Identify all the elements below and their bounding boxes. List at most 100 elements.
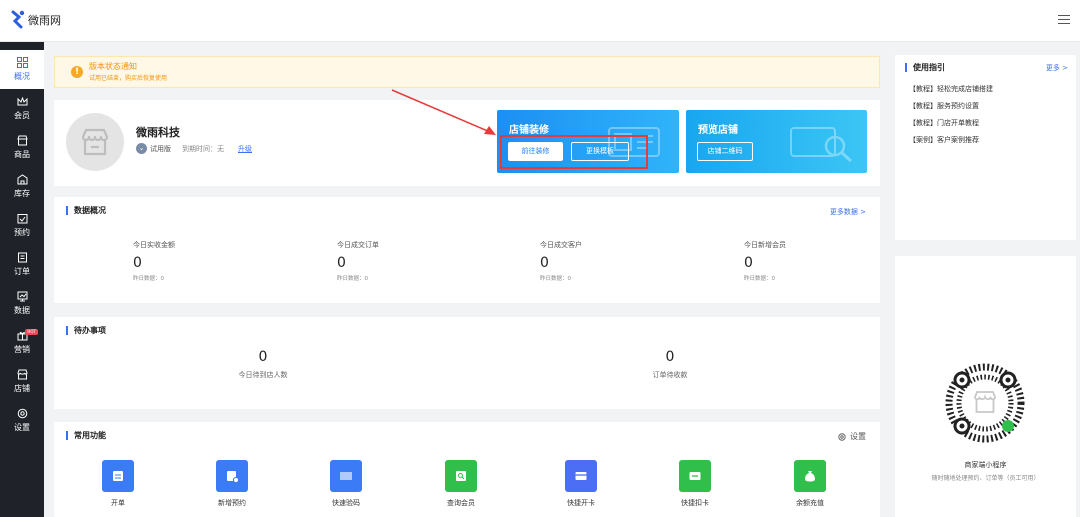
sidebar-item-marketing[interactable]: HOT 营销 <box>0 323 44 362</box>
sidebar-item-orders[interactable]: 订单 <box>0 245 44 284</box>
shop-name: 微雨科技 <box>136 126 180 139</box>
stat-label: 今日成交订单 <box>337 241 379 249</box>
hamburger-menu-icon[interactable] <box>1058 15 1070 25</box>
sidebar-item-booking[interactable]: 预约 <box>0 206 44 245</box>
stat-label: 今日成交客户 <box>540 241 582 249</box>
brand-logo[interactable]: 微雨网 <box>10 9 61 31</box>
crown-icon <box>17 96 27 106</box>
stat-yesterday: 昨日数据：0 <box>337 276 368 282</box>
brand-name: 微雨网 <box>28 14 61 27</box>
stat-value: 0 <box>337 255 346 271</box>
guide-link[interactable]: 【教程】服务预约设置 <box>909 101 979 111</box>
money-bag-icon <box>805 471 815 482</box>
warehouse-icon <box>17 174 27 185</box>
sidebar-item-label: 订单 <box>14 267 30 276</box>
calendar-check-icon <box>17 214 27 224</box>
stat-value: 0 <box>744 255 753 271</box>
stat-today-new-members: 今日新增会员 0 昨日数据：0 <box>744 240 864 282</box>
todo-today-arrivals[interactable]: 0 今日待到店人数 <box>193 349 333 380</box>
data-overview-title: 数据概况 <box>66 206 106 215</box>
sidebar: 概况 会员 商品 库存 预约 订单 数据 HOT 营销 店铺 设置 <box>0 42 44 517</box>
func-label: 快速验码 <box>332 499 360 507</box>
notice-title: 版本状态通知 <box>89 62 137 71</box>
func-query-member[interactable]: 查询会员 <box>431 460 491 508</box>
quick-verify-icon-box <box>330 460 362 492</box>
plan-name: 试用版 <box>150 145 171 153</box>
todo-label: 今日待到店人数 <box>238 371 288 379</box>
upgrade-link[interactable]: 升级 <box>238 144 252 154</box>
todo-pending-payment[interactable]: 0 订单待收款 <box>600 349 740 380</box>
stat-value: 0 <box>133 255 142 271</box>
store-qr-button[interactable]: 店铺二维码 <box>697 142 753 161</box>
mini-program-card: 商家端小程序 随时随地处理预约、订单等（员工可用） <box>895 256 1076 517</box>
func-billing[interactable]: 开单 <box>88 460 148 508</box>
preview-title: 预览店铺 <box>698 125 738 136</box>
todo-value: 0 <box>258 349 268 365</box>
guide-link[interactable]: 【教程】轻松完成店铺搭建 <box>909 84 993 94</box>
func-balance-topup[interactable]: 余额充值 <box>780 460 840 508</box>
store-icon <box>16 369 28 380</box>
settings-label: 设置 <box>850 432 866 441</box>
mini-program-qr-code-icon <box>945 363 1025 443</box>
stat-today-revenue: 今日实收金额 0 昨日数据：0 <box>133 240 253 282</box>
sidebar-item-members[interactable]: 会员 <box>0 89 44 128</box>
mini-program-description: 随时随地处理预约、订单等（员工可用） <box>931 475 1040 482</box>
func-label: 快捷开卡 <box>567 499 595 507</box>
todo-label: 订单待收款 <box>652 371 688 379</box>
common-settings-button[interactable]: 设置 <box>838 431 866 442</box>
todo-card: 待办事项 0 今日待到店人数 0 订单待收款 <box>54 317 880 409</box>
sidebar-item-label: 概况 <box>14 72 30 81</box>
new-booking-icon-box <box>216 460 248 492</box>
sidebar-item-label: 营销 <box>14 345 30 354</box>
guide-link[interactable]: 【案例】客户案例推荐 <box>909 135 979 145</box>
guide-more-link[interactable]: 更多 > <box>1046 63 1068 73</box>
sidebar-item-overview[interactable]: 概况 <box>0 50 44 89</box>
sidebar-item-data[interactable]: 数据 <box>0 284 44 323</box>
sidebar-item-settings[interactable]: 设置 <box>0 401 44 440</box>
func-quick-open-card[interactable]: 快捷开卡 <box>551 460 611 508</box>
common-functions-card: 常用功能 设置 开单 新增预约 快速验码 查询会员 快捷开卡 快捷扣卡 余额充值 <box>54 422 880 517</box>
sidebar-item-label: 店铺 <box>14 384 30 393</box>
stat-value: 0 <box>540 255 549 271</box>
sidebar-item-label: 会员 <box>14 111 30 120</box>
stat-yesterday: 昨日数据：0 <box>540 276 571 282</box>
func-label: 余额充值 <box>796 499 824 507</box>
logo-mark-icon <box>11 10 25 29</box>
data-overview-card: 数据概况 更多数据 > 今日实收金额 0 昨日数据：0 今日成交订单 0 昨日数… <box>54 197 880 303</box>
expire-time: 到期时间：无 <box>182 145 224 153</box>
sidebar-item-label: 库存 <box>14 189 30 198</box>
sidebar-item-store[interactable]: 店铺 <box>0 362 44 401</box>
todo-title: 待办事项 <box>66 326 106 335</box>
barcode-icon <box>340 472 352 480</box>
warning-icon: ! <box>71 66 83 78</box>
stat-today-orders: 今日成交订单 0 昨日数据：0 <box>337 240 457 282</box>
func-quick-deduct-card[interactable]: 快捷扣卡 <box>665 460 725 508</box>
guide-link[interactable]: 【教程】门店开单教程 <box>909 118 979 128</box>
more-data-link[interactable]: 更多数据 > <box>830 207 866 217</box>
guide-title: 使用指引 <box>905 63 945 72</box>
sidebar-item-inventory[interactable]: 库存 <box>0 167 44 206</box>
mini-program-title: 商家端小程序 <box>964 461 1007 469</box>
store-placeholder-icon <box>81 128 109 156</box>
sidebar-item-products[interactable]: 商品 <box>0 128 44 167</box>
card-deduct-icon <box>689 472 701 480</box>
stat-label: 今日实收金额 <box>133 241 175 249</box>
billing-icon-box <box>102 460 134 492</box>
booking-add-icon <box>227 471 239 483</box>
func-label: 快捷扣卡 <box>681 499 709 507</box>
stat-today-customers: 今日成交客户 0 昨日数据：0 <box>540 240 660 282</box>
func-quick-verify[interactable]: 快速验码 <box>316 460 376 508</box>
sidebar-item-label: 商品 <box>14 150 30 159</box>
deduct-card-icon-box <box>679 460 711 492</box>
search-illustration-icon <box>790 127 852 163</box>
billing-icon <box>113 471 123 481</box>
func-new-booking[interactable]: 新增预约 <box>202 460 262 508</box>
stat-label: 今日新增会员 <box>744 241 786 249</box>
shop-icon <box>16 135 28 146</box>
usage-guide-card: 使用指引 更多 > 【教程】轻松完成店铺搭建 【教程】服务预约设置 【教程】门店… <box>895 55 1076 240</box>
sidebar-item-label: 设置 <box>14 423 30 432</box>
func-label: 开单 <box>111 499 125 507</box>
sidebar-item-label: 数据 <box>14 306 30 315</box>
order-icon <box>17 252 27 263</box>
func-label: 新增预约 <box>218 499 246 507</box>
